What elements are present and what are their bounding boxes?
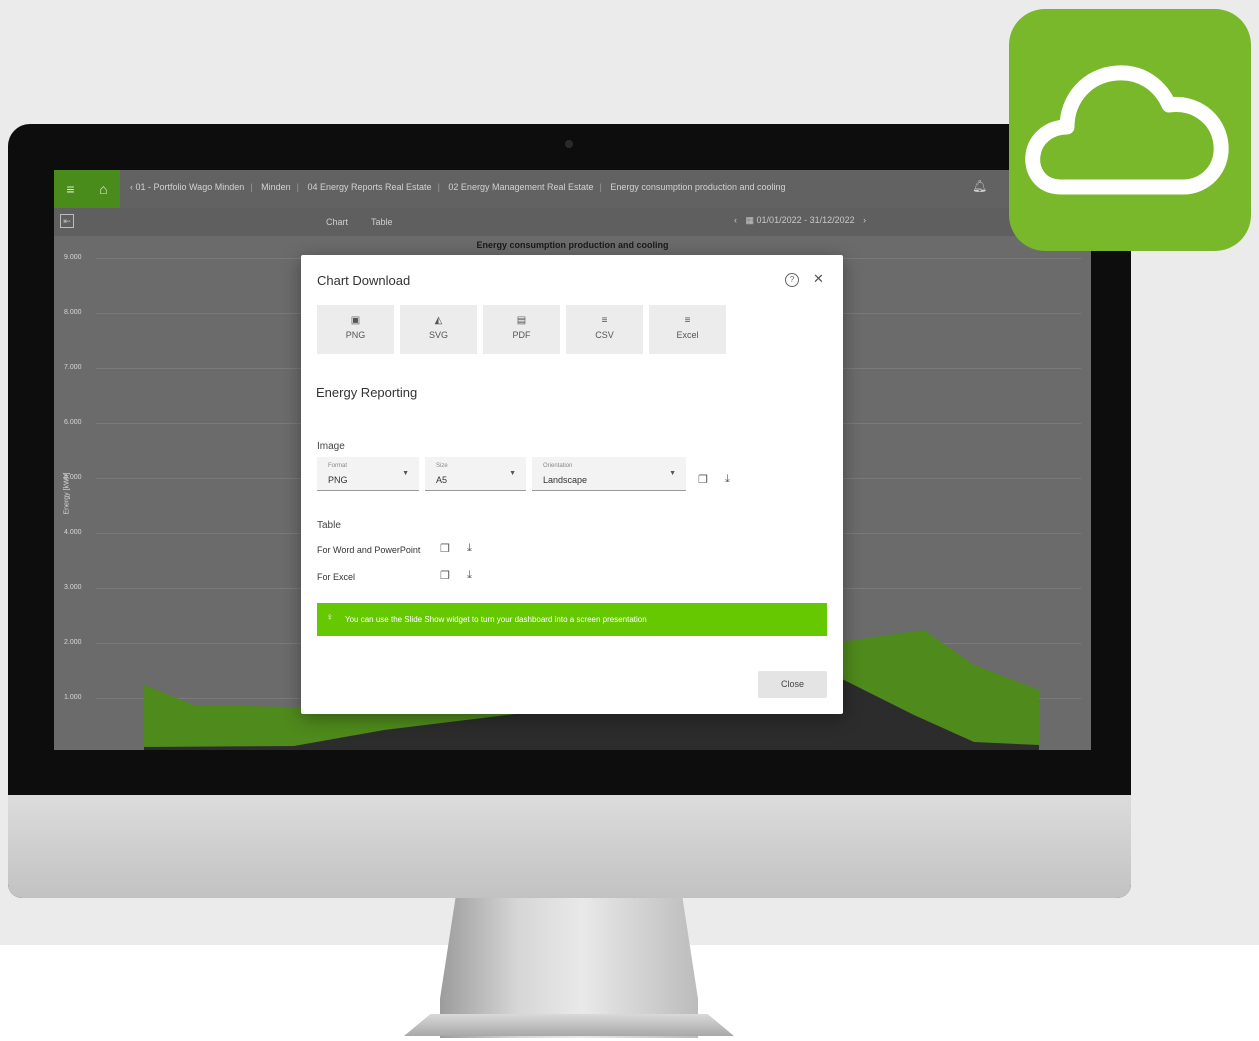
section-title: Energy Reporting [316, 385, 418, 400]
copy-icon[interactable]: ❐ [440, 542, 450, 555]
lightbulb-icon: ♀ [326, 612, 334, 623]
png-button[interactable]: ▣ PNG [317, 305, 394, 354]
close-icon[interactable]: ✕ [813, 271, 824, 287]
list-icon: ≡ [601, 315, 608, 326]
orientation-select[interactable]: Orientation Landscape ▼ [532, 457, 686, 491]
svg-button[interactable]: ◭ SVG [400, 305, 477, 354]
tip-text: You can use the Slide Show widget to tur… [345, 615, 647, 624]
cloud-icon [1025, 65, 1229, 195]
copy-icon[interactable]: ❐ [440, 569, 450, 582]
download-icon[interactable]: ⤓ [725, 473, 730, 486]
copy-icon[interactable]: ❐ [698, 473, 708, 486]
image-label: Image [317, 441, 345, 452]
monitor-chin [8, 795, 1131, 898]
excel-label: For Excel [317, 572, 356, 582]
format-select[interactable]: Format PNG ▼ [317, 457, 419, 491]
cloud-app-icon [1009, 9, 1251, 251]
pdf-button[interactable]: ▤ PDF [483, 305, 560, 354]
help-icon[interactable]: ? [785, 273, 799, 287]
pdf-icon: ▤ [516, 315, 527, 326]
chevron-down-icon: ▼ [509, 470, 516, 477]
list-icon: ≡ [684, 315, 691, 326]
chevron-down-icon: ▼ [669, 470, 676, 477]
camera [565, 140, 573, 148]
mountain-icon: ◭ [434, 315, 443, 326]
download-icon[interactable]: ⤓ [467, 569, 472, 582]
download-icon[interactable]: ⤓ [467, 542, 472, 555]
tip-banner: ♀ You can use the Slide Show widget to t… [317, 603, 827, 636]
size-select[interactable]: Size A5 ▼ [425, 457, 526, 491]
table-label: Table [317, 520, 341, 531]
monitor-stand-base [404, 1014, 734, 1036]
dialog-title: Chart Download [317, 273, 411, 288]
csv-button[interactable]: ≡ CSV [566, 305, 643, 354]
image-icon: ▣ [350, 315, 361, 326]
chevron-down-icon: ▼ [402, 470, 409, 477]
chart-download-dialog: Chart Download ? ✕ ▣ PNG ◭ SVG ▤ PDF ≡ C… [301, 255, 843, 714]
word-powerpoint-label: For Word and PowerPoint [317, 545, 421, 555]
excel-button[interactable]: ≡ Excel [649, 305, 726, 354]
close-button[interactable]: Close [758, 671, 827, 698]
